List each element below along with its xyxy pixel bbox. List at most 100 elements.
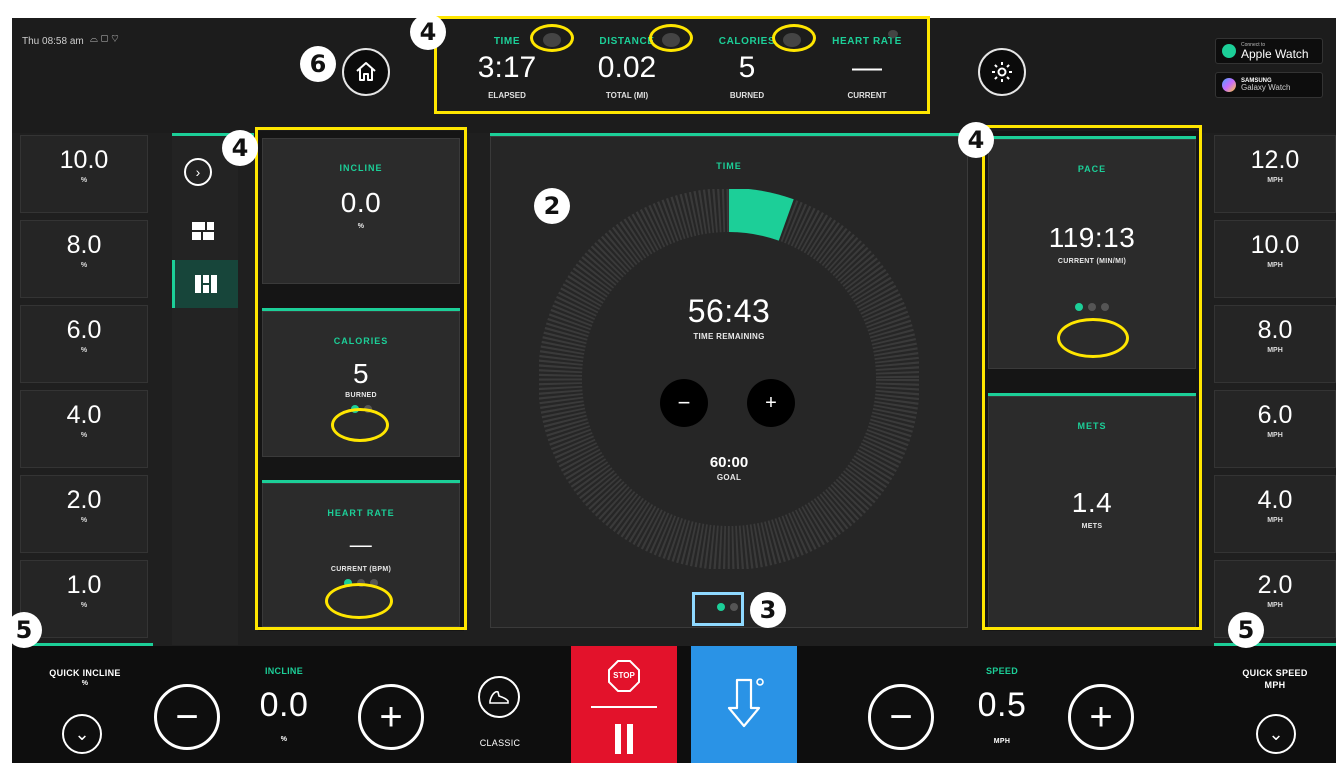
highlight-dots-oval (331, 408, 389, 442)
layout-column-button[interactable] (172, 260, 238, 308)
apple-watch-badge[interactable]: Connect to Apple Watch (1215, 38, 1323, 64)
quick-incline-unit-label: % (81, 680, 89, 687)
gear-icon (992, 62, 1012, 82)
goal-block: 60:00 GOAL (629, 454, 829, 482)
quick-incline-toggle[interactable]: ⌄ (62, 714, 102, 754)
quick-speed-label-text: QUICK SPEED (1242, 668, 1308, 678)
layout-columns-icon (195, 275, 217, 293)
quick-speed-unit: MPH (1267, 262, 1283, 269)
quick-speed-item[interactable]: 8.0 MPH (1214, 305, 1336, 383)
speed-minus-button[interactable]: − (868, 684, 934, 750)
apple-watch-text: Apple Watch (1241, 46, 1309, 61)
apple-watch-icon (1222, 44, 1236, 58)
quick-incline-value: 6.0 (66, 316, 102, 344)
status-icons: ⌓ ▢ ♡ (90, 34, 119, 45)
layout-grid-button[interactable] (192, 222, 214, 240)
quick-speed-unit: MPH (1267, 602, 1283, 609)
cooldown-button[interactable] (691, 646, 797, 763)
incline-minus-button[interactable]: − (154, 684, 220, 750)
quick-speed-unit: MPH (1267, 517, 1283, 524)
minus-icon: − (677, 390, 691, 415)
highlight-toggle-oval (772, 24, 816, 52)
time-remaining-value: 56:43 (687, 293, 771, 329)
quick-incline-item[interactable]: 4.0% (20, 390, 148, 468)
annotation-badge: 5 (1228, 612, 1264, 648)
stop-sign-icon: STOP (608, 660, 640, 692)
quick-incline-unit: % (80, 262, 88, 269)
quick-speed-value: 12.0 (1250, 146, 1300, 174)
minus-icon: − (175, 694, 199, 739)
shoe-icon (489, 690, 509, 704)
incline-plus-button[interactable]: + (358, 684, 424, 750)
layout-grid-icon (192, 222, 214, 240)
chevron-down-icon: ⌄ (1268, 723, 1284, 744)
quick-incline-unit: % (80, 602, 88, 609)
annotation-badge: 4 (410, 14, 446, 50)
quick-incline-item[interactable]: 6.0% (20, 305, 148, 383)
goal-label: GOAL (716, 473, 742, 482)
classic-mode-button[interactable] (478, 676, 520, 718)
quick-speed-item[interactable]: 10.0 MPH (1214, 220, 1336, 298)
quick-speed-unit: MPH (1267, 177, 1283, 184)
samsung-watch-badge[interactable]: SAMSUNG Galaxy Watch (1215, 72, 1323, 98)
quick-incline-unit: % (80, 347, 88, 354)
layout-rail (172, 135, 238, 645)
quick-speed-item[interactable]: 12.0 MPH (1214, 135, 1336, 213)
highlight-toggle-oval (530, 24, 574, 52)
expand-button[interactable]: › (184, 158, 212, 186)
highlight-toggle-oval (649, 24, 693, 52)
quick-speed-value: 4.0 (1257, 486, 1293, 514)
incline-value: 0.0 (259, 686, 309, 724)
speed-label: SPEED (985, 666, 1018, 676)
galaxy-watch-text: Galaxy Watch (1241, 83, 1291, 92)
plus-icon: + (379, 694, 403, 739)
highlight-left-panels (255, 127, 467, 630)
plus-icon: + (765, 391, 777, 414)
quick-speed-value: 8.0 (1257, 316, 1293, 344)
stop-pause-button[interactable]: STOP (571, 646, 677, 763)
quick-incline-value: 2.0 (66, 486, 102, 514)
quick-speed-toggle[interactable]: ⌄ (1256, 714, 1296, 754)
quick-speed-item[interactable]: 6.0 MPH (1214, 390, 1336, 468)
incline-unit: % (280, 736, 288, 743)
quick-speed-unit-label: MPH (1264, 680, 1286, 690)
galaxy-watch-icon (1222, 78, 1236, 92)
incline-label: INCLINE (264, 666, 304, 676)
quick-incline-value: 4.0 (66, 401, 102, 429)
panel-title: TIME (716, 161, 742, 171)
home-button[interactable] (342, 48, 390, 96)
settings-button[interactable] (978, 48, 1026, 96)
speed-plus-button[interactable]: + (1068, 684, 1134, 750)
quick-incline-item[interactable]: 2.0% (20, 475, 148, 553)
quick-incline-item[interactable]: 8.0% (20, 220, 148, 298)
time-remaining-block: 56:43 TIME REMAINING (589, 293, 869, 341)
quick-incline-value: 10.0 (59, 146, 109, 174)
quick-speed-value: 10.0 (1250, 231, 1300, 259)
time-plus-button[interactable]: + (747, 379, 795, 427)
annotation-badge: 4 (958, 122, 994, 158)
time-remaining-label: TIME REMAINING (693, 332, 765, 341)
quick-speed-item[interactable]: 4.0 MPH (1214, 475, 1336, 553)
quick-incline-value: 8.0 (66, 231, 102, 259)
time-minus-button[interactable]: − (660, 379, 708, 427)
quick-incline-unit: % (80, 432, 88, 439)
quick-incline-item[interactable]: 10.0% (20, 135, 148, 213)
annotation-badge: 3 (750, 592, 786, 628)
highlight-dots-oval (1057, 318, 1129, 358)
quick-speed-label: QUICK SPEED MPH (1214, 668, 1336, 690)
stop-label: STOP (613, 671, 635, 680)
chevron-down-icon: ⌄ (74, 723, 90, 744)
minus-icon: − (889, 694, 913, 739)
goal-value: 60:00 (709, 454, 749, 471)
bottom-control-bar: QUICK INCLINE % ⌄ − INCLINE 0.0 % + CLAS… (12, 646, 1336, 763)
annotation-badge: 6 (300, 46, 336, 82)
quick-speed-unit: MPH (1267, 347, 1283, 354)
highlight-right-panels (982, 125, 1202, 630)
quick-incline-value: 1.0 (66, 571, 102, 599)
chevron-right-icon: › (195, 164, 201, 180)
pause-icon (627, 724, 633, 754)
annotation-badge: 4 (222, 130, 258, 166)
quick-speed-unit: MPH (1267, 432, 1283, 439)
pause-icon (615, 724, 621, 754)
quick-incline-unit: % (80, 517, 88, 524)
